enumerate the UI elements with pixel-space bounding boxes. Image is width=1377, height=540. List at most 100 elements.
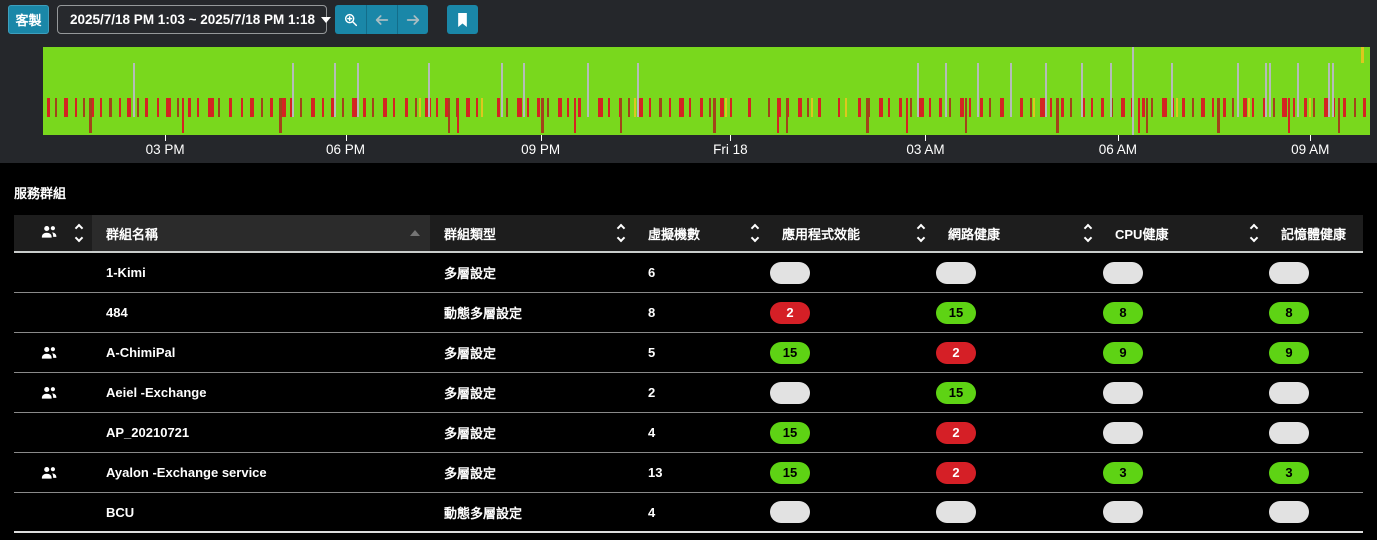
timeline-bar — [1269, 63, 1271, 117]
prev-button[interactable] — [366, 5, 397, 34]
timeline-bar — [858, 98, 861, 117]
group-type-cell: 多層設定 — [430, 453, 634, 492]
timeline-bar — [1338, 98, 1340, 133]
health-timeline[interactable] — [43, 47, 1370, 135]
timeline-bar — [558, 98, 562, 117]
axis-tick — [730, 135, 731, 141]
axis-label: 06 AM — [1099, 142, 1137, 157]
memory-health-pill[interactable] — [1269, 501, 1309, 523]
custom-button[interactable]: 客製 — [8, 5, 49, 34]
cpu-health-pill[interactable]: 3 — [1103, 462, 1143, 484]
network-health-pill[interactable]: 2 — [936, 422, 976, 444]
column-label: 網路健康 — [948, 224, 1000, 243]
timeline-bar — [436, 98, 438, 117]
table-row[interactable]: 1-Kimi多層設定6 — [14, 253, 1363, 293]
column-label: 群組名稱 — [106, 224, 158, 243]
network-health-pill-cell: 2 — [934, 333, 1101, 372]
network-health-pill[interactable]: 15 — [936, 302, 976, 324]
column-header-cpu-health[interactable]: CPU健康 — [1101, 215, 1267, 251]
column-header-network-health[interactable]: 網路健康 — [934, 215, 1101, 251]
cpu-health-pill[interactable] — [1103, 382, 1143, 404]
timeline-bar — [1110, 63, 1112, 117]
cpu-health-pill-cell — [1101, 413, 1267, 452]
cpu-health-pill[interactable] — [1103, 501, 1143, 523]
table-row[interactable]: Aeiel -Exchange多層設定215 — [14, 373, 1363, 413]
column-header-group-type[interactable]: 群組類型 — [430, 215, 634, 251]
timeline-bar — [322, 98, 324, 117]
timeline-bar — [1151, 98, 1153, 117]
network-health-pill-cell: 2 — [934, 453, 1101, 492]
memory-health-pill[interactable]: 9 — [1269, 342, 1309, 364]
vm-count-cell: 5 — [634, 333, 768, 372]
timeline-axis: 03 PM06 PM09 PMFri 1803 AM06 AM09 AM — [43, 135, 1370, 161]
column-header-vm-count[interactable]: 虛擬機數 — [634, 215, 768, 251]
timeline-bar — [811, 98, 813, 117]
row-group-icon-cell — [14, 373, 92, 412]
timeline-bar — [917, 63, 919, 117]
table-row[interactable]: Ayalon -Exchange service多層設定1315233 — [14, 453, 1363, 493]
memory-health-pill[interactable]: 3 — [1269, 462, 1309, 484]
timeline-bar — [527, 98, 529, 117]
cpu-health-pill[interactable] — [1103, 422, 1143, 444]
app-performance-pill[interactable]: 15 — [770, 342, 810, 364]
memory-health-pill[interactable]: 8 — [1269, 302, 1309, 324]
memory-health-pill[interactable] — [1269, 422, 1309, 444]
timeline-bar — [55, 98, 57, 117]
network-health-pill[interactable]: 2 — [936, 342, 976, 364]
zoom-in-button[interactable] — [335, 5, 366, 34]
timeline-bar — [279, 98, 282, 133]
cpu-health-pill[interactable]: 8 — [1103, 302, 1143, 324]
timeline-bar — [218, 98, 220, 117]
timeline-bar — [777, 98, 779, 133]
axis-label: 03 AM — [906, 142, 944, 157]
timeline-bar — [1056, 98, 1059, 133]
timeline-bar — [1343, 98, 1346, 117]
app-performance-pill[interactable] — [770, 262, 810, 284]
timeline-bar — [879, 98, 883, 117]
vm-count-cell: 4 — [634, 493, 768, 531]
timeline-bar — [620, 98, 622, 133]
timeline-bar — [977, 63, 979, 117]
timeline-bar — [250, 98, 254, 117]
timeline-bar — [1020, 98, 1023, 117]
column-header-memory-health[interactable]: 記憶體健康 — [1267, 215, 1363, 251]
cpu-health-pill[interactable]: 9 — [1103, 342, 1143, 364]
app-performance-pill[interactable] — [770, 382, 810, 404]
timeline-bar — [587, 63, 589, 117]
timeline-bar — [1132, 47, 1134, 135]
app-performance-pill[interactable]: 15 — [770, 422, 810, 444]
timeline-bar — [1273, 98, 1275, 117]
cpu-health-pill-cell: 9 — [1101, 333, 1267, 372]
table-row[interactable]: AP_20210721多層設定4152 — [14, 413, 1363, 453]
network-health-pill[interactable] — [936, 262, 976, 284]
vm-count-cell: 2 — [634, 373, 768, 412]
timeline-bar — [709, 98, 711, 117]
timeline-bar — [1304, 98, 1307, 117]
timeline-bar — [807, 98, 809, 117]
network-health-pill[interactable]: 2 — [936, 462, 976, 484]
column-header-group-name[interactable]: 群組名稱 — [92, 215, 430, 251]
bookmark-button[interactable] — [447, 5, 478, 34]
column-header-app-performance[interactable]: 應用程式效能 — [768, 215, 934, 251]
app-performance-pill[interactable]: 2 — [770, 302, 810, 324]
timeline-bar — [649, 98, 651, 117]
timeline-bar — [1363, 98, 1366, 117]
table-row[interactable]: 484動態多層設定821588 — [14, 293, 1363, 333]
network-health-pill[interactable] — [936, 501, 976, 523]
timeline-bar — [1033, 98, 1035, 117]
timeline-bar — [1328, 63, 1330, 117]
column-header-group-icon[interactable] — [14, 215, 92, 251]
next-button[interactable] — [397, 5, 428, 34]
table-row[interactable]: BCU動態多層設定4 — [14, 493, 1363, 533]
app-performance-pill[interactable]: 15 — [770, 462, 810, 484]
table-row[interactable]: A-ChimiPal多層設定515299 — [14, 333, 1363, 373]
date-range-dropdown[interactable]: 2025/7/18 PM 1:03 ~ 2025/7/18 PM 1:18 — [57, 5, 327, 34]
memory-health-pill[interactable] — [1269, 382, 1309, 404]
network-health-pill[interactable]: 15 — [936, 382, 976, 404]
timeline-bar — [109, 98, 112, 117]
timeline-bar — [208, 98, 214, 117]
app-performance-pill[interactable] — [770, 501, 810, 523]
group-icon — [40, 345, 58, 360]
memory-health-pill[interactable] — [1269, 262, 1309, 284]
cpu-health-pill[interactable] — [1103, 262, 1143, 284]
